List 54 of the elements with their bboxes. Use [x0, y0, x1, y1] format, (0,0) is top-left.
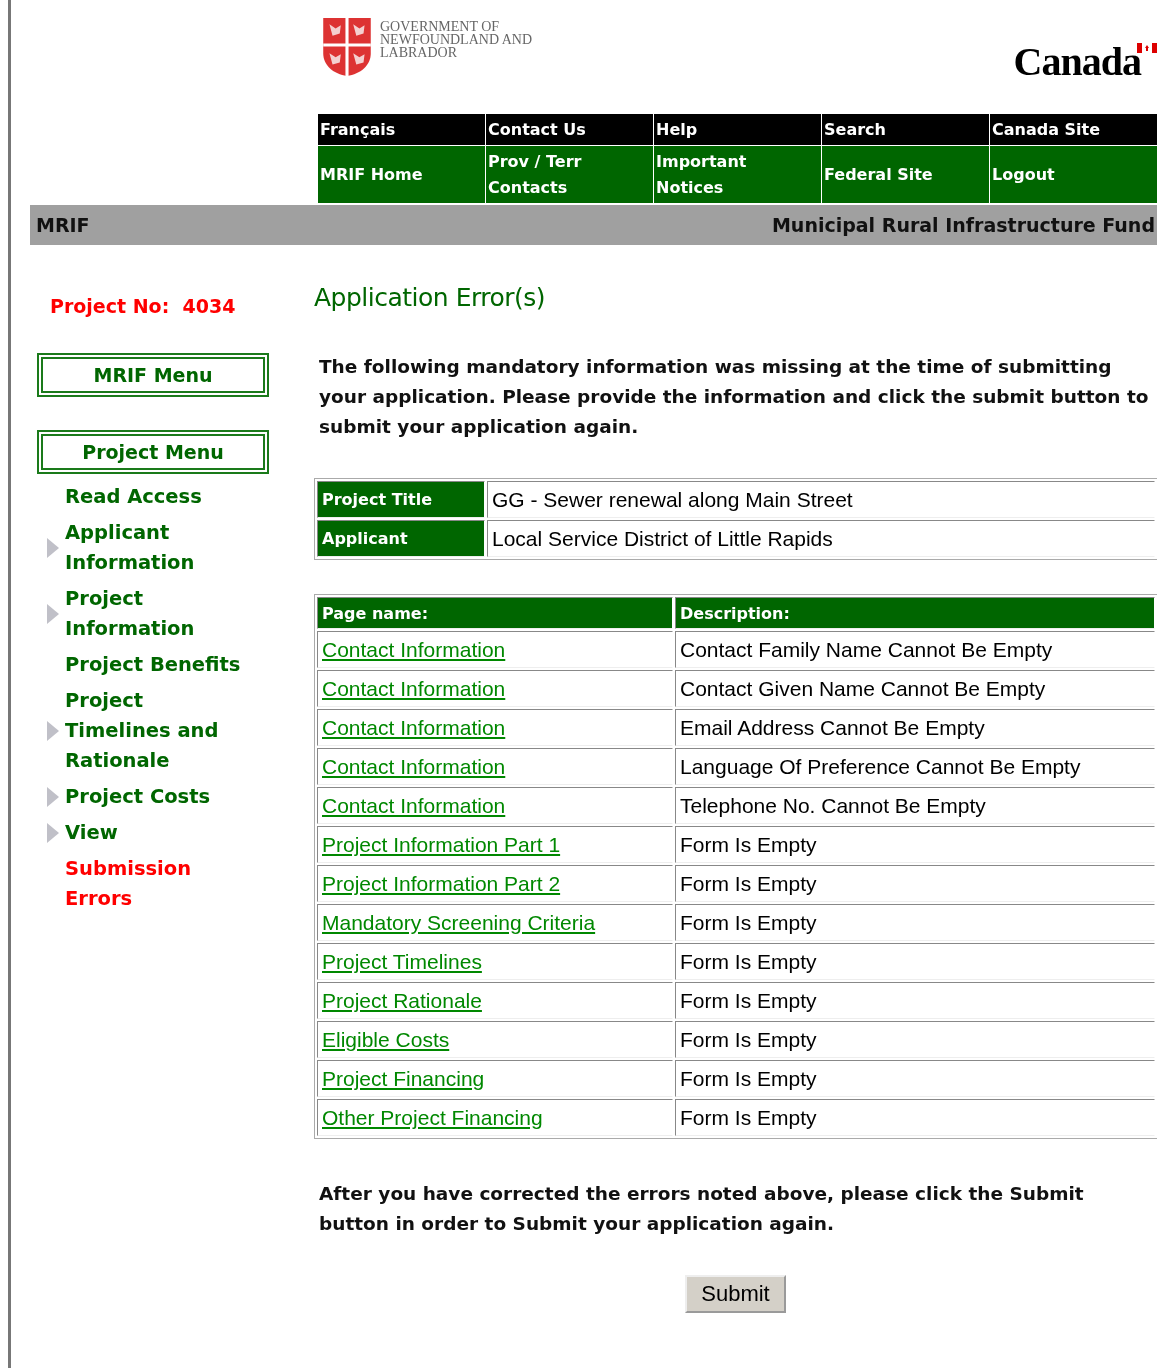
expand-arrow-icon[interactable]	[46, 823, 59, 843]
sidebar-item[interactable]: Project Timelines and Rationale	[65, 686, 255, 776]
field-label: Applicant	[317, 520, 485, 557]
table-cell: Form Is Empty	[675, 826, 1155, 863]
table-cell: Contact Given Name Cannot Be Empty	[675, 670, 1155, 707]
site-title: Municipal Rural Infrastructure Fund	[771, 214, 1155, 236]
table-cell: Form Is Empty	[675, 1060, 1155, 1097]
table-cell: Email Address Cannot Be Empty	[675, 709, 1155, 746]
site-abbreviation: MRIF	[36, 214, 90, 236]
table-cell: Contact Family Name Cannot Be Empty	[675, 631, 1155, 668]
field-value: Local Service District of Little Rapids	[487, 520, 1155, 557]
nav-link[interactable]: Français	[317, 114, 485, 145]
sidebar-item[interactable]: Project Benefits	[65, 650, 255, 680]
sidebar-item[interactable]: Project Information	[65, 584, 255, 644]
menu-button[interactable]: MRIF Menu	[37, 353, 269, 397]
nav-link[interactable]: Canada Site	[989, 114, 1157, 145]
sidebar-item[interactable]: Read Access	[65, 482, 255, 512]
sidebar-item[interactable]: Project Costs	[65, 782, 255, 812]
nav-link[interactable]: Important Notices	[653, 145, 821, 203]
page-title: Application Error(s)	[314, 283, 547, 312]
table-cell: Form Is Empty	[675, 943, 1155, 980]
field-value: GG - Sewer renewal along Main Street	[487, 481, 1155, 518]
project-number: Project No: 4034	[50, 295, 237, 319]
table-cell: Form Is Empty	[675, 1021, 1155, 1058]
table-cell: Telephone No. Cannot Be Empty	[675, 787, 1155, 824]
column-header: Page name:	[317, 597, 673, 629]
table-cell: Language Of Preference Cannot Be Empty	[675, 748, 1155, 785]
submit-button[interactable]: Submit	[685, 1275, 786, 1313]
column-header: Description:	[675, 597, 1155, 629]
nav-link[interactable]: Contact Us	[485, 114, 653, 145]
sidebar-item[interactable]: Submission Errors	[65, 854, 255, 914]
field-label: Project Title	[317, 481, 485, 518]
nav-link[interactable]: Help	[653, 114, 821, 145]
nav-link[interactable]: Federal Site	[821, 145, 989, 203]
instructions-text: The following mandatory information was missing at the time of submitting your application. Please provide the information and click the submit button to submit your application again.	[319, 355, 1150, 439]
sidebar-item[interactable]: View	[65, 818, 255, 848]
nav-link[interactable]: MRIF Home	[317, 145, 485, 203]
table-cell: Form Is Empty	[675, 982, 1155, 1019]
government-name: GOVERNMENT OF NEWFOUNDLAND AND LABRADOR	[380, 20, 534, 59]
nav-link[interactable]: Prov / Terr Contacts	[485, 145, 653, 203]
instructions-text: After you have corrected the errors noted above, please click the Submit button in order to Submit your application again.	[319, 1182, 1085, 1236]
expand-arrow-icon[interactable]	[46, 721, 59, 741]
expand-arrow-icon[interactable]	[46, 538, 59, 558]
table-cell: Form Is Empty	[675, 904, 1155, 941]
crest-icon	[320, 16, 374, 78]
table-cell: Form Is Empty	[675, 1099, 1155, 1136]
sidebar-item[interactable]: Applicant Information	[65, 518, 255, 578]
table-cell: Form Is Empty	[675, 865, 1155, 902]
menu-button[interactable]: Project Menu	[37, 430, 269, 474]
expand-arrow-icon[interactable]	[46, 604, 59, 624]
nav-link[interactable]: Search	[821, 114, 989, 145]
canada-wordmark: Canada	[1013, 38, 1141, 86]
expand-arrow-icon[interactable]	[46, 787, 59, 807]
nav-link[interactable]: Logout	[989, 145, 1157, 203]
